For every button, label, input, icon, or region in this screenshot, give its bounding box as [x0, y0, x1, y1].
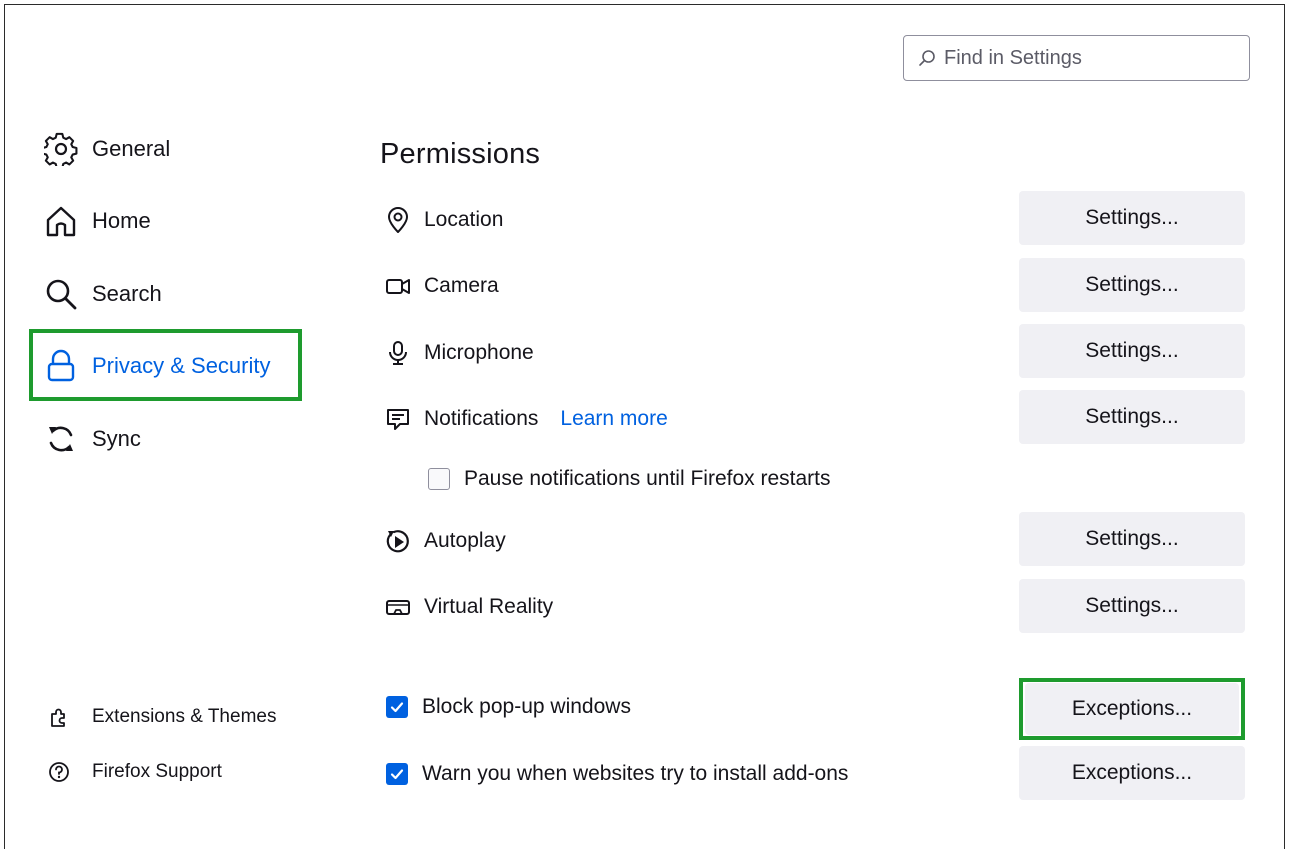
sidebar-item-label: Home — [92, 208, 151, 233]
sidebar-item-general[interactable]: General — [44, 131, 170, 167]
permission-row-location: Location — [384, 206, 503, 234]
sidebar-item-label: General — [92, 136, 171, 161]
sidebar-item-label: Sync — [92, 426, 141, 451]
microphone-settings-button[interactable]: Settings... — [1019, 324, 1245, 378]
sidebar-footer-label: Firefox Support — [92, 761, 222, 782]
notification-icon — [387, 409, 409, 430]
sidebar-item-label: Search — [92, 281, 162, 306]
notifications-settings-button[interactable]: Settings... — [1019, 390, 1245, 444]
virtual-reality-settings-button[interactable]: Settings... — [1019, 579, 1245, 633]
autoplay-settings-button[interactable]: Settings... — [1019, 512, 1245, 566]
home-icon — [46, 206, 76, 237]
warn-addons-label: Warn you when websites try to install ad… — [422, 762, 849, 785]
help-icon — [49, 762, 69, 782]
permission-label: Virtual Reality — [424, 595, 554, 618]
permission-label: Autoplay — [424, 529, 506, 552]
camera-icon — [386, 279, 410, 294]
pause-notifications-row[interactable]: Pause notifications until Firefox restar… — [428, 467, 831, 491]
permission-row-camera: Camera — [384, 272, 499, 300]
sidebar-item-search[interactable]: Search — [44, 276, 162, 312]
vr-headset-icon — [386, 600, 410, 615]
lock-icon — [47, 349, 75, 382]
pause-notifications-checkbox[interactable] — [428, 468, 450, 490]
pause-notifications-label: Pause notifications until Firefox restar… — [464, 467, 831, 490]
permission-row-microphone: Microphone — [384, 339, 534, 367]
search-input[interactable] — [944, 46, 1234, 70]
checkmark-icon — [390, 769, 404, 780]
autoplay-icon — [386, 530, 409, 553]
search-icon — [919, 50, 935, 66]
sidebar-firefox-support[interactable]: Firefox Support — [48, 761, 222, 783]
location-pin-icon — [388, 207, 408, 233]
sidebar-item-privacy-security[interactable]: Privacy & Security — [44, 348, 271, 384]
block-popups-row[interactable]: Block pop-up windows — [386, 695, 631, 719]
search-icon — [46, 279, 77, 310]
permission-label: Camera — [424, 274, 499, 297]
block-popups-checkbox[interactable] — [386, 696, 408, 718]
sidebar-item-label: Privacy & Security — [92, 353, 271, 378]
sidebar-item-home[interactable]: Home — [44, 203, 151, 239]
checkmark-icon — [390, 702, 404, 713]
warn-addons-checkbox[interactable] — [386, 763, 408, 785]
warn-addons-row[interactable]: Warn you when websites try to install ad… — [386, 762, 848, 786]
sync-icon — [49, 426, 73, 452]
sidebar-footer-label: Extensions & Themes — [92, 706, 277, 727]
gear-icon — [44, 132, 78, 166]
sidebar-item-sync[interactable]: Sync — [44, 421, 141, 457]
settings-search-box[interactable] — [903, 35, 1250, 81]
learn-more-link[interactable]: Learn more — [560, 407, 667, 431]
permission-row-notifications: Notifications Learn more — [384, 405, 668, 433]
sidebar-extensions-themes[interactable]: Extensions & Themes — [48, 706, 276, 728]
permissions-heading: Permissions — [380, 138, 541, 170]
puzzle-piece-icon — [51, 708, 65, 727]
permission-label: Notifications — [424, 407, 539, 430]
microphone-icon — [389, 341, 407, 365]
permission-row-autoplay: Autoplay — [384, 527, 506, 555]
permission-row-virtual-reality: Virtual Reality — [384, 593, 553, 621]
addons-exceptions-button[interactable]: Exceptions... — [1019, 746, 1245, 800]
permission-label: Location — [424, 208, 504, 231]
camera-settings-button[interactable]: Settings... — [1019, 258, 1245, 312]
popup-exceptions-button[interactable]: Exceptions... — [1025, 683, 1239, 735]
location-settings-button[interactable]: Settings... — [1019, 191, 1245, 245]
block-popups-label: Block pop-up windows — [422, 695, 631, 718]
permission-label: Microphone — [424, 341, 534, 364]
